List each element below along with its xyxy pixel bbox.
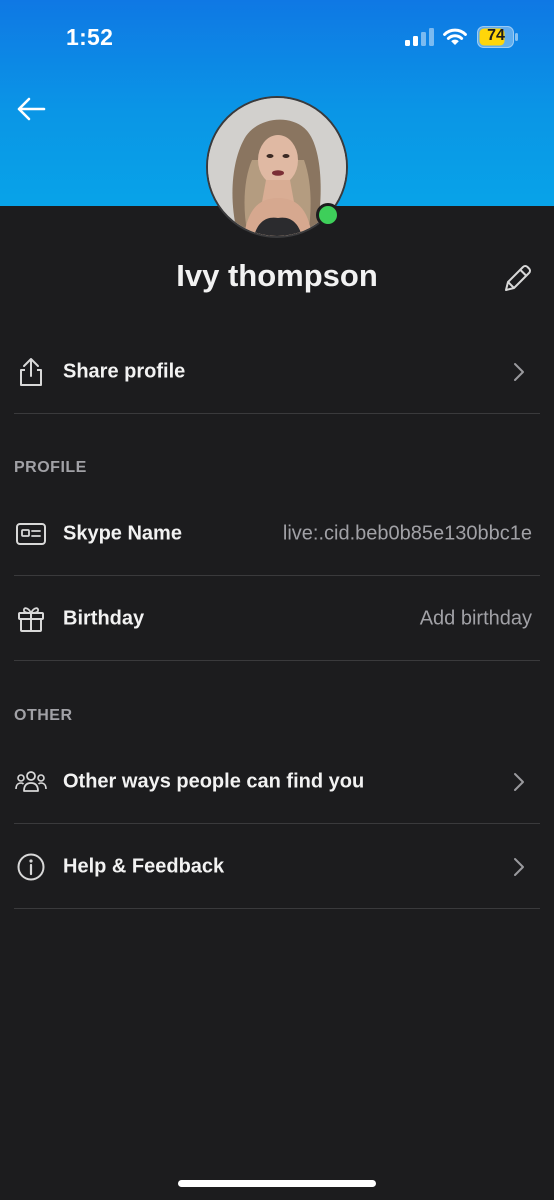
other-ways-find-you-label: Other ways people can find you bbox=[63, 770, 365, 792]
skype-name-label: Skype Name bbox=[63, 522, 182, 544]
battery-level: 74 bbox=[487, 27, 505, 44]
birthday-value[interactable]: Add birthday bbox=[420, 607, 532, 630]
skype-name-value: live:.cid.beb0b85e130bbc1e bbox=[282, 522, 532, 544]
share-icon bbox=[14, 355, 48, 389]
back-button[interactable] bbox=[14, 94, 48, 124]
profile-page: 1:52 74 Ivy thompson Share profile PROFI… bbox=[0, 0, 554, 1200]
gift-icon bbox=[14, 602, 48, 636]
birthday-row[interactable]: Birthday Add birthday bbox=[14, 577, 540, 661]
pencil-icon bbox=[505, 265, 531, 291]
help-feedback-row[interactable]: Help & Feedback bbox=[14, 825, 540, 909]
people-group-icon bbox=[14, 765, 48, 799]
section-header-other: OTHER bbox=[14, 707, 73, 724]
battery-indicator: 74 bbox=[477, 26, 519, 48]
other-ways-find-you-row[interactable]: Other ways people can find you bbox=[14, 740, 540, 824]
skype-name-row[interactable]: Skype Name live:.cid.beb0b85e130bbc1e bbox=[14, 492, 540, 576]
profile-name: Ivy thompson bbox=[176, 258, 378, 293]
arrow-left-icon bbox=[17, 97, 46, 121]
help-feedback-label: Help & Feedback bbox=[63, 855, 225, 877]
birthday-label: Birthday bbox=[63, 607, 145, 629]
online-status-dot bbox=[316, 203, 340, 227]
edit-profile-button[interactable] bbox=[500, 262, 534, 296]
share-profile-row[interactable]: Share profile bbox=[14, 330, 540, 414]
section-header-profile: PROFILE bbox=[14, 459, 87, 476]
chevron-right-icon bbox=[514, 857, 524, 876]
share-profile-label: Share profile bbox=[63, 360, 186, 382]
chevron-right-icon bbox=[514, 362, 524, 381]
wifi-icon bbox=[443, 28, 467, 45]
home-indicator[interactable] bbox=[178, 1180, 376, 1187]
status-time: 1:52 bbox=[66, 24, 114, 50]
chevron-right-icon bbox=[514, 772, 524, 791]
info-icon bbox=[14, 850, 48, 884]
cellular-signal-icon bbox=[405, 28, 434, 46]
id-card-icon bbox=[14, 517, 48, 551]
